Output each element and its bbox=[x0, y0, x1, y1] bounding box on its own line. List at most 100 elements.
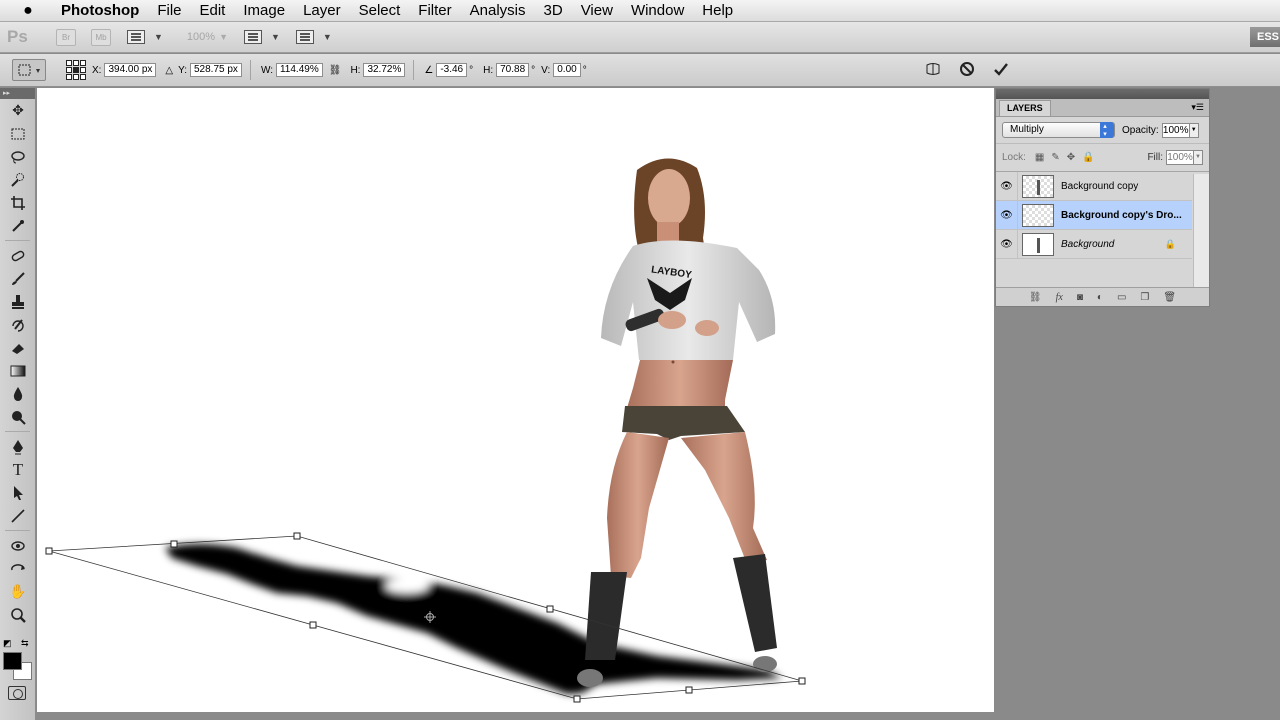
ref-point[interactable] bbox=[66, 60, 72, 66]
layer-row[interactable]: 👁 Background copy bbox=[996, 171, 1192, 201]
workspace-switcher[interactable]: ESS bbox=[1250, 27, 1280, 47]
transform-handle[interactable] bbox=[293, 532, 301, 540]
view-extras-dropdown[interactable]: ▼ bbox=[127, 30, 163, 44]
panel-title-strip[interactable] bbox=[996, 89, 1209, 99]
zoom-tool-icon[interactable] bbox=[0, 603, 36, 626]
x-position-field[interactable]: 394.00 px bbox=[104, 63, 157, 77]
opacity-slider-toggle[interactable]: ▼ bbox=[1189, 122, 1199, 138]
ref-point[interactable] bbox=[73, 60, 79, 66]
reference-point-locator[interactable] bbox=[66, 60, 86, 80]
lock-position-icon[interactable]: ✥ bbox=[1067, 152, 1075, 163]
brush-tool-icon[interactable] bbox=[0, 267, 36, 290]
fill-slider-toggle[interactable]: ▼ bbox=[1194, 150, 1203, 165]
menu-view[interactable]: View bbox=[572, 0, 622, 22]
transform-handle[interactable] bbox=[685, 686, 693, 694]
3d-orbit-tool-icon[interactable] bbox=[0, 557, 36, 580]
history-brush-tool-icon[interactable] bbox=[0, 313, 36, 336]
rotation-field[interactable]: -3.46 bbox=[436, 63, 468, 77]
pen-tool-icon[interactable] bbox=[0, 435, 36, 458]
transform-handle[interactable] bbox=[546, 605, 554, 613]
lock-all-icon[interactable]: 🔒 bbox=[1082, 152, 1094, 163]
ref-point[interactable] bbox=[66, 74, 72, 80]
tool-preset-picker[interactable] bbox=[12, 59, 46, 81]
clone-stamp-tool-icon[interactable] bbox=[0, 290, 36, 313]
h-skew-field[interactable]: 70.88 bbox=[496, 63, 530, 77]
blend-mode-select[interactable]: Multiply bbox=[1002, 122, 1115, 138]
commit-transform-icon[interactable] bbox=[992, 60, 1010, 78]
default-colors-icon[interactable]: ◩ bbox=[3, 638, 12, 649]
healing-brush-tool-icon[interactable] bbox=[0, 244, 36, 267]
ref-point[interactable] bbox=[80, 74, 86, 80]
swap-colors-icon[interactable]: ⇆ bbox=[21, 638, 29, 649]
ref-point[interactable] bbox=[80, 60, 86, 66]
zoom-level[interactable]: 100% bbox=[187, 31, 215, 43]
lock-transparency-icon[interactable]: ▦ bbox=[1035, 152, 1044, 163]
fill-field[interactable]: 100% bbox=[1166, 150, 1194, 165]
visibility-eye-icon[interactable]: 👁 bbox=[996, 171, 1018, 201]
gradient-tool-icon[interactable] bbox=[0, 359, 36, 382]
link-layers-icon[interactable]: ⛓ bbox=[1029, 292, 1042, 303]
crop-tool-icon[interactable] bbox=[0, 191, 36, 214]
menu-3d[interactable]: 3D bbox=[535, 0, 572, 22]
menu-image[interactable]: Image bbox=[234, 0, 294, 22]
tools-panel-collapse-icon[interactable]: ▸▸ bbox=[0, 88, 35, 99]
delta-icon[interactable]: △ bbox=[165, 65, 173, 76]
transform-handle[interactable] bbox=[170, 540, 178, 548]
visibility-eye-icon[interactable]: 👁 bbox=[996, 229, 1018, 259]
link-chain-icon[interactable]: ⛓ bbox=[329, 65, 342, 76]
bridge-button[interactable]: Br bbox=[56, 28, 76, 46]
new-group-icon[interactable]: ▭ bbox=[1117, 292, 1126, 303]
transform-handle[interactable] bbox=[309, 621, 317, 629]
menu-window[interactable]: Window bbox=[622, 0, 693, 22]
cancel-transform-icon[interactable] bbox=[958, 60, 976, 78]
eyedropper-tool-icon[interactable] bbox=[0, 214, 36, 237]
apple-menu-icon[interactable]: ● bbox=[18, 2, 38, 20]
menu-analysis[interactable]: Analysis bbox=[461, 0, 535, 22]
ref-point-center[interactable] bbox=[73, 67, 79, 73]
arrange-documents-dropdown[interactable]: ▼ bbox=[243, 30, 280, 44]
mini-bridge-button[interactable]: Mb bbox=[91, 28, 111, 46]
document-canvas[interactable]: LAYBOY bbox=[37, 88, 994, 712]
menu-photoshop[interactable]: Photoshop bbox=[52, 0, 148, 22]
transform-handle[interactable] bbox=[573, 695, 581, 703]
line-tool-icon[interactable] bbox=[0, 504, 36, 527]
ref-point[interactable] bbox=[80, 67, 86, 73]
height-field[interactable]: 32.72% bbox=[363, 63, 406, 77]
marquee-tool-icon[interactable] bbox=[0, 122, 36, 145]
quick-selection-tool-icon[interactable] bbox=[0, 168, 36, 191]
opacity-field[interactable]: 100% bbox=[1161, 122, 1190, 138]
v-skew-field[interactable]: 0.00 bbox=[553, 63, 581, 77]
add-mask-icon[interactable]: ◙ bbox=[1077, 292, 1083, 303]
menu-filter[interactable]: Filter bbox=[409, 0, 460, 22]
zoom-chevron-icon[interactable]: ▼ bbox=[219, 32, 228, 42]
layer-row[interactable]: 👁 Background 🔒 bbox=[996, 229, 1192, 259]
ref-point[interactable] bbox=[66, 67, 72, 73]
adjustment-layer-icon[interactable]: ◐ bbox=[1097, 292, 1103, 303]
blur-tool-icon[interactable] bbox=[0, 382, 36, 405]
dodge-tool-icon[interactable] bbox=[0, 405, 36, 428]
new-layer-icon[interactable]: ❐ bbox=[1140, 292, 1149, 303]
transform-handle[interactable] bbox=[45, 547, 53, 555]
menu-help[interactable]: Help bbox=[693, 0, 742, 22]
transform-handle[interactable] bbox=[798, 677, 806, 685]
3d-rotate-tool-icon[interactable] bbox=[0, 534, 36, 557]
layer-row-selected[interactable]: 👁 Background copy's Dro... bbox=[996, 200, 1192, 230]
menu-layer[interactable]: Layer bbox=[294, 0, 350, 22]
layers-scrollbar[interactable] bbox=[1193, 174, 1209, 289]
lock-pixels-icon[interactable]: ✎ bbox=[1051, 152, 1059, 163]
type-tool-icon[interactable]: T bbox=[0, 458, 36, 481]
foreground-color-swatch[interactable] bbox=[3, 652, 22, 670]
panel-menu-icon[interactable]: ▾☰ bbox=[1191, 102, 1204, 113]
menu-edit[interactable]: Edit bbox=[191, 0, 235, 22]
trash-icon[interactable]: 🗑 bbox=[1163, 292, 1176, 303]
move-tool-icon[interactable]: ✥ bbox=[0, 99, 36, 122]
eraser-tool-icon[interactable] bbox=[0, 336, 36, 359]
visibility-eye-icon[interactable]: 👁 bbox=[996, 200, 1018, 230]
screen-mode-dropdown[interactable]: ▼ bbox=[295, 30, 332, 44]
ref-point[interactable] bbox=[73, 74, 79, 80]
layer-style-icon[interactable]: fx bbox=[1056, 292, 1063, 303]
hand-tool-icon[interactable]: ✋ bbox=[0, 580, 36, 603]
lasso-tool-icon[interactable] bbox=[0, 145, 36, 168]
y-position-field[interactable]: 528.75 px bbox=[190, 63, 242, 77]
width-field[interactable]: 114.49% bbox=[275, 63, 323, 77]
